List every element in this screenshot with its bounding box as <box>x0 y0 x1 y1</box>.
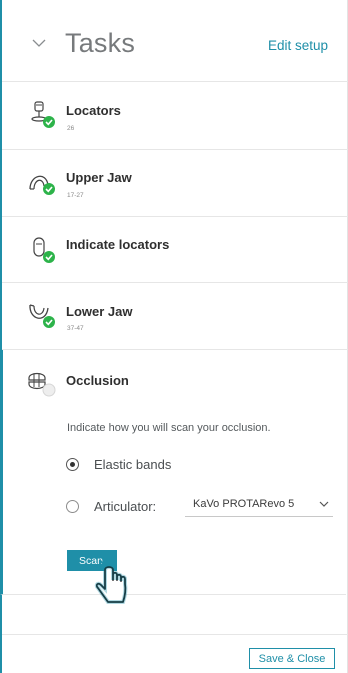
upper-jaw-icon <box>29 175 55 195</box>
task-locators[interactable]: Locators 26 <box>2 82 348 150</box>
task-teeth: 37-47 <box>67 325 84 332</box>
occlusion-icon <box>28 372 56 397</box>
radio-label: Elastic bands <box>94 457 172 472</box>
task-name: Locators <box>66 103 121 118</box>
check-icon <box>43 116 55 128</box>
occlusion-instruction: Indicate how you will scan your occlusio… <box>67 422 271 434</box>
task-lower-jaw[interactable]: Lower Jaw 37-47 <box>2 283 348 350</box>
task-teeth: 26 <box>67 125 75 132</box>
save-close-button[interactable]: Save & Close <box>249 648 335 669</box>
task-name: Upper Jaw <box>66 170 132 185</box>
radio-button[interactable] <box>66 500 79 513</box>
lower-jaw-icon <box>29 304 55 328</box>
footer-divider <box>2 634 348 635</box>
check-icon <box>43 183 55 195</box>
locator-icon <box>31 101 55 128</box>
indicate-locator-icon <box>33 237 55 263</box>
pending-status-icon <box>42 383 56 397</box>
task-name[interactable]: Occlusion <box>66 373 129 388</box>
check-icon <box>43 316 55 328</box>
task-name: Lower Jaw <box>66 304 133 319</box>
articulator-select[interactable]: KaVo PROTARevo 5 <box>185 491 333 517</box>
radio-label: Articulator: <box>94 499 157 514</box>
page-title: Tasks <box>65 28 136 58</box>
tasks-header: Tasks Edit setup <box>2 0 348 82</box>
task-upper-jaw[interactable]: Upper Jaw 17-27 <box>2 150 348 217</box>
chevron-down-icon <box>319 501 329 507</box>
radio-button[interactable] <box>66 458 79 471</box>
task-teeth: 17-27 <box>67 192 84 199</box>
task-name: Indicate locators <box>66 237 170 252</box>
chevron-down-icon[interactable] <box>32 36 46 50</box>
task-indicate-locators[interactable]: Indicate locators <box>2 217 348 283</box>
radio-elastic-bands[interactable]: Elastic bands <box>2 452 348 478</box>
check-icon <box>43 251 55 263</box>
edit-setup-link[interactable]: Edit setup <box>268 38 328 53</box>
hand-cursor-icon <box>94 558 128 604</box>
tasks-panel: Tasks Edit setup Locators 26 Upper Jaw 1… <box>0 0 348 673</box>
articulator-select-value: KaVo PROTARevo 5 <box>193 498 295 510</box>
